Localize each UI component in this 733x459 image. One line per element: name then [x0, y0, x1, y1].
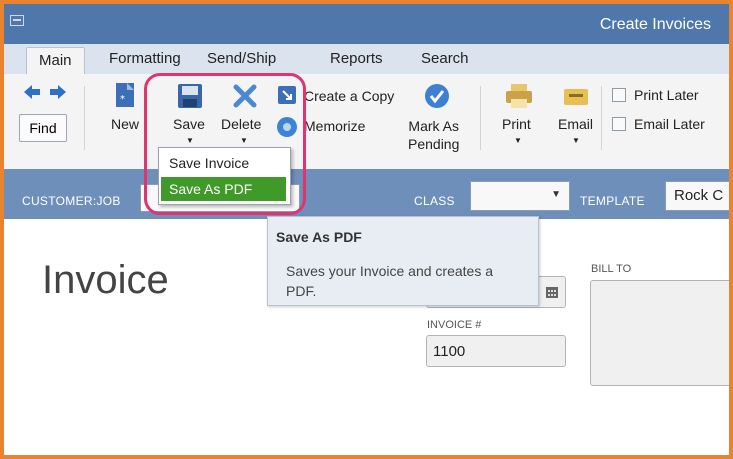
tab-search[interactable]: Search: [421, 50, 469, 67]
email-later-checkbox[interactable]: [612, 117, 626, 131]
template-select[interactable]: Rock C: [665, 181, 729, 211]
tab-formatting[interactable]: Formatting: [109, 50, 181, 67]
memorize-icon[interactable]: [276, 116, 298, 138]
print-button[interactable]: Print: [502, 116, 531, 132]
invoice-number-field[interactable]: 1100: [426, 335, 566, 367]
menu-item-save-invoice[interactable]: Save Invoice: [161, 151, 286, 175]
mark-pending-check-icon[interactable]: [424, 83, 450, 109]
delete-x-icon[interactable]: [232, 83, 258, 109]
calendar-icon[interactable]: [545, 285, 559, 299]
ribbon-separator: [84, 86, 85, 150]
delete-button[interactable]: Delete: [221, 116, 261, 132]
next-arrow-icon[interactable]: [50, 85, 66, 99]
print-later-checkbox[interactable]: [612, 88, 626, 102]
menu-item-save-as-pdf[interactable]: Save As PDF: [161, 177, 286, 201]
new-document-icon[interactable]: *: [115, 82, 135, 108]
email-later-label: Email Later: [634, 116, 705, 132]
print-later-label: Print Later: [634, 87, 699, 103]
memorize-button[interactable]: Memorize: [304, 118, 365, 134]
save-disk-icon[interactable]: [177, 83, 203, 109]
customer-job-label: CUSTOMER:JOB: [22, 194, 121, 208]
tab-send-ship[interactable]: Send/Ship: [207, 50, 276, 67]
pending-label: Pending: [408, 136, 460, 152]
invoice-number-label: INVOICE #: [427, 319, 482, 331]
class-select[interactable]: ▼: [470, 181, 570, 211]
printer-icon[interactable]: [505, 83, 533, 109]
ribbon-toolbar: Find * New Save ▼ Delete ▼ Create a Copy…: [4, 74, 729, 170]
find-button[interactable]: Find: [19, 114, 67, 142]
template-label: TEMPLATE: [580, 194, 645, 208]
save-button[interactable]: Save: [173, 116, 205, 132]
save-as-pdf-tooltip: Save As PDF Saves your Invoice and creat…: [267, 216, 539, 306]
previous-arrow-icon[interactable]: [24, 85, 40, 99]
bill-to-field[interactable]: [590, 280, 729, 386]
tab-reports[interactable]: Reports: [330, 50, 383, 67]
email-dropdown-arrow-icon[interactable]: ▼: [572, 136, 580, 145]
invoice-form-title: Invoice: [42, 258, 169, 302]
chevron-down-icon: ▼: [551, 189, 561, 200]
tooltip-title: Save As PDF: [276, 229, 362, 245]
ribbon-separator: [601, 86, 602, 150]
save-dropdown-arrow-icon[interactable]: ▼: [186, 136, 194, 145]
create-copy-button[interactable]: Create a Copy: [304, 88, 394, 104]
email-button[interactable]: Email: [558, 116, 593, 132]
bill-to-label: BILL TO: [591, 263, 632, 275]
mark-as-pending-button[interactable]: Mark As Pending: [408, 117, 459, 153]
tab-main[interactable]: Main: [26, 47, 85, 75]
create-copy-icon[interactable]: [277, 85, 297, 105]
window-title: Create Invoices: [599, 16, 711, 33]
print-dropdown-arrow-icon[interactable]: ▼: [514, 136, 522, 145]
class-label: CLASS: [414, 194, 455, 208]
svg-text:*: *: [120, 94, 125, 105]
new-button[interactable]: New: [111, 116, 139, 132]
window-menu-icon[interactable]: [10, 15, 24, 26]
delete-dropdown-arrow-icon[interactable]: ▼: [240, 136, 248, 145]
email-envelope-icon[interactable]: [563, 88, 589, 106]
ribbon-tabs: Main Formatting Send/Ship Reports Search: [4, 44, 729, 75]
ribbon-separator: [480, 86, 481, 150]
customer-header-band: CUSTOMER:JOB CLASS ▼ TEMPLATE Rock C: [4, 169, 729, 219]
tooltip-body: Saves your Invoice and creates a PDF.: [286, 263, 494, 299]
mark-as-label: Mark As: [408, 118, 459, 134]
create-invoices-window: Create Invoices Main Formatting Send/Shi…: [4, 4, 729, 455]
title-bar: Create Invoices: [4, 4, 729, 44]
save-dropdown-menu: Save Invoice Save As PDF: [158, 147, 291, 205]
